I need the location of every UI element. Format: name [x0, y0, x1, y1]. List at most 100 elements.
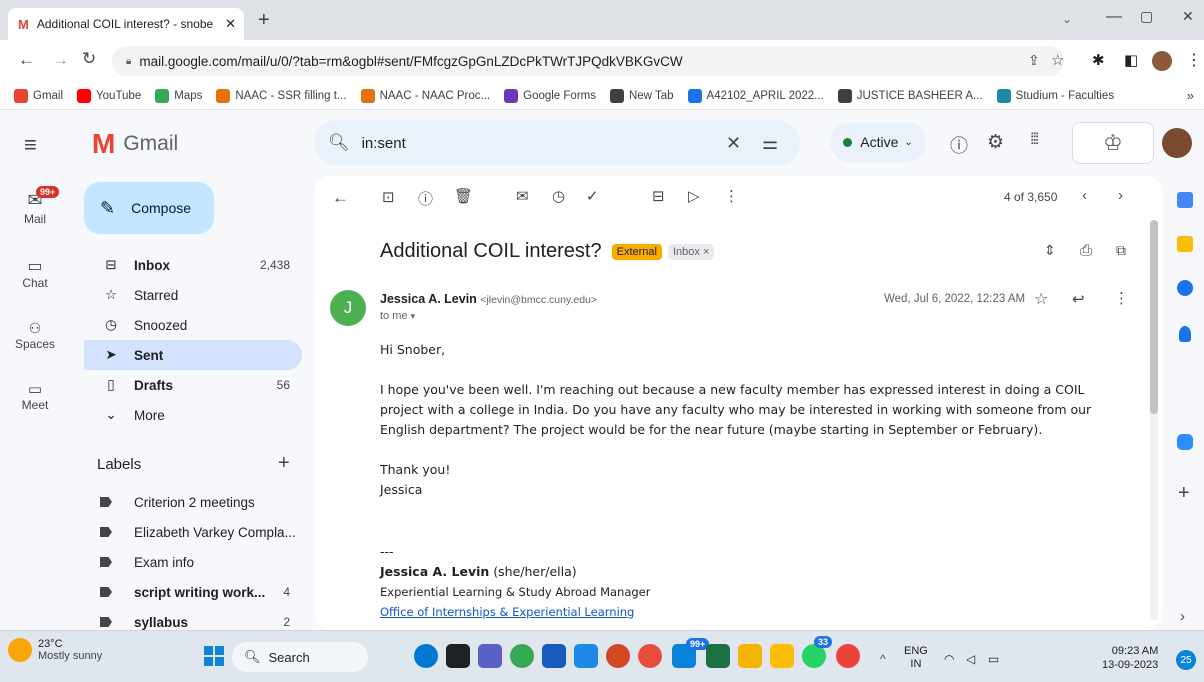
label-item[interactable]: Exam info	[84, 548, 302, 576]
notification-badge[interactable]: 25	[1176, 650, 1196, 670]
start-button[interactable]	[204, 646, 224, 666]
maximize-button[interactable]: ▢	[1140, 8, 1153, 25]
file-explorer-icon[interactable]	[446, 644, 470, 668]
signature-link[interactable]: Office of Internships & Experiential Lea…	[380, 602, 1116, 622]
reply-icon[interactable]: ↩	[1072, 290, 1085, 308]
browser-tab[interactable]: M Additional COIL interest? - snobe ✕	[8, 8, 244, 40]
extensions-icon[interactable]: ✱	[1092, 51, 1105, 69]
open-new-window-icon[interactable]: ⧉	[1116, 242, 1126, 259]
tray-chevron-icon[interactable]: ^	[880, 652, 886, 666]
share-icon[interactable]: ⇪	[1028, 52, 1040, 69]
back-to-list-icon[interactable]: ←	[332, 188, 349, 208]
excel-icon[interactable]	[706, 644, 730, 668]
bookmark-item[interactable]: JUSTICE BASHEER A...	[837, 88, 983, 103]
close-tab-icon[interactable]: ✕	[225, 16, 236, 32]
search-options-icon[interactable]: ⚌	[762, 133, 778, 154]
delete-icon[interactable]: 🗑︎	[454, 187, 473, 205]
org-logo[interactable]: ♔	[1072, 122, 1154, 164]
bookmark-item[interactable]: Gmail	[14, 88, 63, 103]
nav-sent[interactable]: ➤ Sent	[84, 340, 302, 370]
nav-drafts[interactable]: ▯ Drafts 56	[84, 370, 302, 400]
language-indicator[interactable]: ENG IN	[904, 645, 928, 671]
bookmark-item[interactable]: YouTube	[77, 88, 141, 103]
chrome-icon[interactable]	[510, 644, 534, 668]
print-icon[interactable]: ⎙	[1080, 242, 1092, 259]
rail-spaces[interactable]: ⚇ Spaces	[0, 320, 70, 351]
move-to-icon[interactable]: ⊟	[652, 187, 665, 205]
calendar-icon[interactable]	[1177, 192, 1193, 208]
hide-panel-icon[interactable]: ›	[1180, 608, 1185, 625]
gmail-logo[interactable]: M Gmail	[92, 130, 178, 158]
scrollbar-thumb[interactable]	[1150, 220, 1158, 414]
main-menu-icon[interactable]: ≡	[24, 132, 37, 158]
nav-more[interactable]: ⌄ More	[84, 400, 302, 430]
battery-icon[interactable]: ▭	[988, 652, 999, 666]
message-more-icon[interactable]: ⋮	[1114, 289, 1129, 307]
folder-icon[interactable]	[738, 644, 762, 668]
bookmark-item[interactable]: Maps	[155, 88, 202, 103]
wifi-icon[interactable]: ◠	[944, 652, 954, 666]
newer-icon[interactable]: ‹	[1082, 187, 1087, 204]
account-avatar[interactable]	[1162, 128, 1192, 158]
app-icon[interactable]	[770, 644, 794, 668]
side-panel-icon[interactable]: ◧	[1124, 51, 1138, 69]
nav-snoozed[interactable]: ◷ Snoozed	[84, 310, 302, 340]
keep-icon[interactable]	[1177, 236, 1193, 252]
report-spam-icon[interactable]: ⓘ	[418, 188, 433, 209]
chrome-menu-icon[interactable]: ⋮	[1186, 50, 1202, 70]
powerpoint-icon[interactable]	[606, 644, 630, 668]
sender-name[interactable]: Jessica A. Levin	[380, 292, 477, 306]
bookmarks-overflow-button[interactable]: »	[1187, 88, 1194, 103]
zoom-icon[interactable]	[1177, 434, 1193, 450]
rail-chat[interactable]: ▭ Chat	[0, 256, 70, 290]
label-icon[interactable]: ▷	[688, 187, 700, 205]
add-task-icon[interactable]: ✓	[586, 187, 599, 205]
meet-app-icon[interactable]	[478, 644, 502, 668]
snooze-icon[interactable]: ◷	[552, 187, 565, 205]
star-message-icon[interactable]: ☆	[1034, 289, 1048, 309]
address-bar[interactable]: 🔒︎ mail.google.com/mail/u/0/?tab=rm&ogbl…	[112, 46, 1064, 76]
weather-widget[interactable]: 23°C Mostly sunny	[8, 638, 102, 662]
volume-icon[interactable]: ◁	[966, 652, 975, 666]
word-icon[interactable]	[542, 644, 566, 668]
bookmark-item[interactable]: A42102_APRIL 2022...	[687, 88, 824, 103]
inbox-label-chip[interactable]: Inbox ×	[667, 243, 715, 260]
nav-starred[interactable]: ☆ Starred	[84, 280, 302, 310]
tasks-icon[interactable]	[1177, 280, 1193, 296]
back-icon[interactable]: ←	[18, 50, 35, 70]
rail-meet[interactable]: ▭ Meet	[0, 380, 70, 412]
compose-button[interactable]: ✎ Compose	[84, 182, 214, 234]
bookmark-item[interactable]: Studium - Faculties	[996, 88, 1114, 103]
sender-avatar[interactable]: J	[330, 290, 366, 326]
mark-unread-icon[interactable]: ✉︎	[516, 187, 529, 205]
archive-icon[interactable]: ⊡	[382, 188, 395, 206]
label-item[interactable]: script writing work... 4	[84, 578, 302, 606]
close-window-button[interactable]: ✕	[1182, 8, 1194, 25]
search-bar[interactable]: 🔍︎ in:sent ✕ ⚌	[314, 120, 800, 166]
rail-mail[interactable]: ✉︎ 99+ Mail	[0, 186, 70, 226]
apps-grid-icon[interactable]: ⁞⁞⁞	[1030, 131, 1039, 149]
taskbar-search[interactable]: 🔍︎ Search	[232, 642, 368, 672]
help-icon[interactable]: ⓘ	[950, 132, 968, 158]
label-item[interactable]: Elizabeth Varkey Compla...	[84, 518, 302, 546]
settings-gear-icon[interactable]: ⚙	[987, 131, 1004, 154]
contacts-icon[interactable]	[1179, 326, 1191, 342]
more-options-icon[interactable]: ⋮	[724, 187, 739, 205]
browser-profile-icon[interactable]	[836, 644, 860, 668]
nav-inbox[interactable]: ⊟ Inbox 2,438	[84, 250, 302, 280]
recipient-line[interactable]: to me ▾	[380, 310, 415, 322]
search-icon[interactable]: 🔍︎	[328, 133, 350, 153]
forward-icon[interactable]: →	[52, 50, 69, 70]
get-addons-icon[interactable]: +	[1178, 482, 1190, 505]
tab-search-icon[interactable]: ⌄	[1062, 12, 1072, 26]
calendar-app-icon[interactable]	[574, 644, 598, 668]
bookmark-star-icon[interactable]: ☆	[1051, 51, 1064, 69]
outlook-icon[interactable]	[638, 644, 662, 668]
profile-avatar[interactable]	[1152, 51, 1172, 71]
search-input[interactable]: in:sent	[362, 135, 406, 152]
bookmark-item[interactable]: Google Forms	[504, 88, 596, 103]
remove-label-icon[interactable]: ×	[703, 246, 709, 258]
expand-all-icon[interactable]: ⇕	[1044, 242, 1056, 259]
add-label-icon[interactable]: +	[278, 452, 290, 475]
bookmark-item[interactable]: NAAC - NAAC Proc...	[360, 88, 490, 103]
